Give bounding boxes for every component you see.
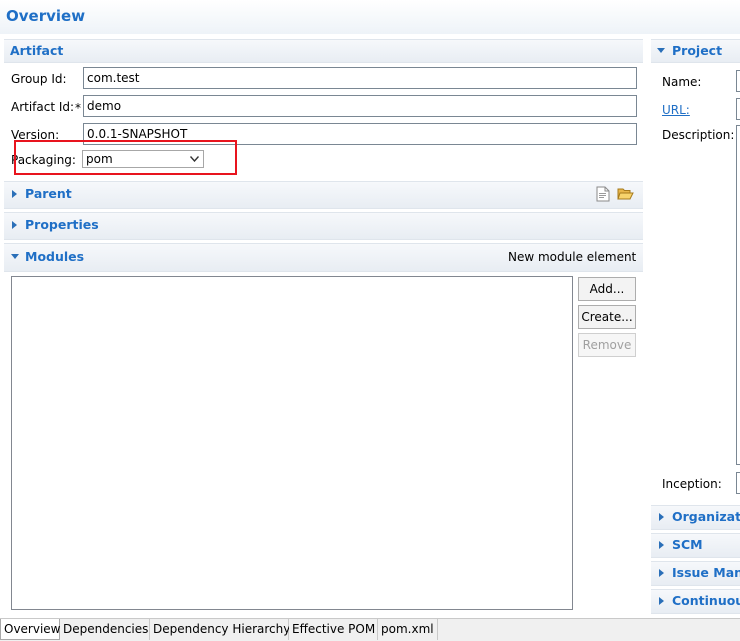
expand-arrow-icon[interactable] [659,513,664,521]
organization-section-title: Organizatio [672,509,740,524]
continuous-integration-section-title: Continuous [672,593,740,608]
page-title: Overview [6,7,86,25]
project-description-label: Description: [662,128,735,142]
group-id-label: Group Id: [11,72,67,86]
expand-arrow-icon[interactable] [12,221,17,229]
issue-management-section-title: Issue Mana [672,565,740,580]
editor-tab-bar: Overview Dependencies Dependency Hierarc… [0,618,740,641]
tab-effective-pom[interactable]: Effective POM [289,619,378,640]
expand-arrow-icon[interactable] [659,597,664,605]
tab-overview[interactable]: Overview [0,619,61,640]
add-module-button[interactable]: Add... [578,277,636,301]
properties-section-header[interactable] [4,212,643,240]
collapse-arrow-icon[interactable] [11,254,19,259]
tab-dependency-hierarchy[interactable]: Dependency Hierarchy [150,619,290,640]
tab-dependencies[interactable]: Dependencies [60,619,150,640]
group-id-input[interactable] [83,67,637,89]
project-description-textarea[interactable] [736,125,740,465]
project-name-label: Name: [662,75,702,89]
expand-arrow-icon[interactable] [12,190,17,198]
create-module-button[interactable]: Create... [578,305,636,329]
required-marker: * [75,101,81,115]
new-module-element-link[interactable]: New module element [508,250,636,264]
parent-section-title: Parent [25,186,72,201]
modules-section-title: Modules [25,249,85,264]
project-url-input[interactable] [736,98,740,120]
artifact-section-header [4,39,643,63]
tab-pom-xml[interactable]: pom.xml [378,619,438,640]
project-section-title: Project [672,43,723,58]
parent-section-header[interactable] [4,181,643,209]
highlight-box [14,140,237,175]
remove-module-button[interactable]: Remove [578,333,636,357]
modules-list[interactable] [11,276,573,610]
scm-section-title: SCM [672,537,703,552]
expand-arrow-icon[interactable] [659,541,664,549]
expand-arrow-icon[interactable] [659,569,664,577]
project-inception-input[interactable] [736,472,740,494]
artifact-id-label: Artifact Id: [11,100,75,114]
artifact-id-input[interactable] [83,95,637,117]
project-name-input[interactable] [736,70,740,92]
collapse-arrow-icon[interactable] [657,48,665,53]
artifact-section-title: Artifact [10,43,64,58]
open-folder-icon[interactable] [617,186,634,201]
pom-file-icon[interactable] [596,186,610,202]
project-inception-label: Inception: [662,477,722,491]
page-header [0,0,740,34]
project-url-link[interactable]: URL: [662,103,690,117]
properties-section-title: Properties [25,217,99,232]
